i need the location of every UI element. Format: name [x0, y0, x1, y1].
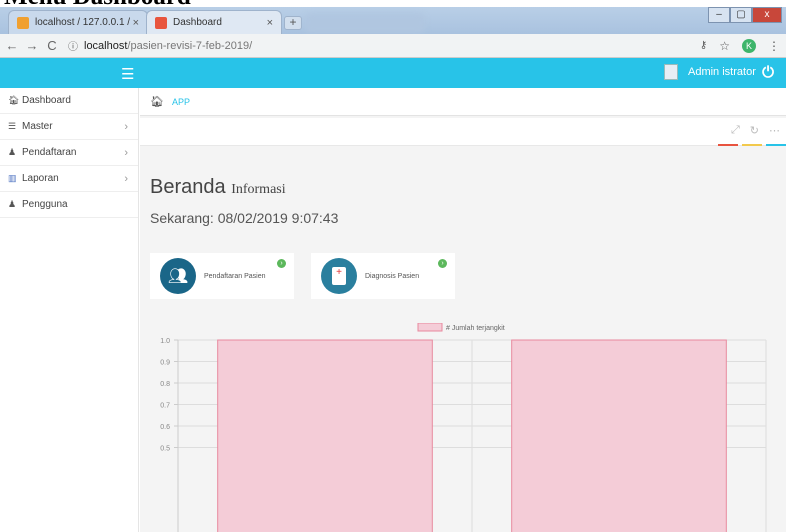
chart-bar[interactable] — [511, 339, 727, 532]
user-avatar — [664, 64, 678, 80]
minimize-button[interactable]: – — [708, 7, 730, 23]
info-box-label: Diagnosis Pasien — [365, 272, 420, 280]
sidebar-item-pengguna[interactable]: ♟ Pengguna — [0, 192, 138, 218]
blurred-tab — [305, 13, 425, 33]
tab-title: localhost / 127.0.0.1 / pasien | ph — [35, 17, 133, 28]
diagnosis-icon: + — [321, 258, 357, 294]
page-subtitle: Informasi — [231, 182, 286, 197]
arrow-circle-icon[interactable]: › — [438, 259, 447, 268]
sidebar-item-label: Master — [22, 121, 53, 132]
page-title: Beranda Informasi — [150, 176, 286, 199]
y-tick-label: 0.6 — [160, 424, 170, 431]
address-bar: ← → C ⓘ localhost/pasien-revisi-7-feb-20… — [0, 34, 786, 58]
tab-close-icon[interactable]: × — [267, 17, 273, 29]
arrow-circle-icon[interactable]: › — [277, 259, 286, 268]
sidebar-item-laporan[interactable]: ▥ Laporan › — [0, 166, 138, 192]
url-host: localhost — [84, 39, 128, 52]
dashboard-favicon-icon — [155, 16, 167, 29]
info-box-diagnosis[interactable]: + Diagnosis Pasien › — [311, 253, 455, 299]
y-tick-label: 0.5 — [160, 446, 170, 453]
clock-text: Sekarang: 08/02/2019 9:07:43 — [150, 210, 339, 226]
info-box-label: Pendaftaran Pasien — [204, 272, 266, 280]
reload-icon[interactable]: C — [44, 38, 60, 53]
browser-tab-phpmyadmin[interactable]: localhost / 127.0.0.1 / pasien | ph × — [8, 10, 148, 34]
breadcrumb: 🏠︎ APP — [140, 88, 786, 116]
home-icon: 🏠︎ — [8, 95, 20, 105]
legend-swatch[interactable] — [417, 323, 443, 332]
back-arrow-icon[interactable]: ← — [4, 38, 20, 53]
user-name: Admin istrator — [688, 66, 756, 78]
app-header: ☰ Admin istrator ⏻ — [0, 58, 786, 88]
sidebar-item-label: Laporan — [22, 173, 59, 184]
tab-title: Dashboard — [173, 17, 222, 28]
sidebar-item-label: Dashboard — [22, 95, 71, 106]
tab-close-icon[interactable]: × — [133, 17, 139, 29]
power-icon[interactable]: ⏻ — [762, 64, 774, 81]
info-icon[interactable]: ⓘ — [68, 38, 78, 53]
refresh-icon[interactable]: ↻ — [750, 124, 759, 137]
color-strip-blue — [766, 144, 786, 146]
profile-avatar[interactable]: K — [742, 38, 756, 53]
page-title-text: Beranda — [150, 176, 226, 198]
star-icon[interactable]: ☆ — [719, 39, 730, 53]
chevron-right-icon: › — [124, 146, 128, 159]
main-content: 🏠︎ APP ⤢ ↻ ⋯ Beranda Informasi Sekarang:… — [140, 88, 786, 532]
legend-label: # Jumlah terjangkit — [446, 325, 505, 332]
sidebar-item-master[interactable]: ☰ Master › — [0, 114, 138, 140]
more-horizontal-icon[interactable]: ⋯ — [769, 124, 780, 137]
bar-chart: # Jumlah terjangkit 1.0 0.9 0.8 0.7 0.6 0.5 — [160, 323, 767, 532]
y-tick-label: 0.7 — [160, 403, 170, 410]
user-icon: ♟ — [8, 147, 17, 157]
registration-icon: 👥︎ — [160, 258, 196, 294]
key-icon[interactable]: ⚷ — [700, 40, 707, 51]
phpmyadmin-icon — [17, 16, 29, 29]
sidebar-item-pendaftaran[interactable]: ♟ Pendaftaran › — [0, 140, 138, 166]
window-controls: – ▢ x — [708, 7, 782, 23]
color-strip-yellow — [742, 144, 762, 146]
chart-bar[interactable] — [217, 339, 433, 532]
document-heading: Menu Dashboard — [0, 0, 191, 9]
new-tab-button[interactable]: + — [284, 16, 302, 30]
y-tick-label: 1.0 — [160, 338, 170, 345]
hamburger-icon[interactable]: ☰ — [121, 65, 134, 83]
more-menu-icon[interactable]: ⋮ — [768, 39, 780, 53]
chart-icon: ▥ — [8, 173, 17, 183]
color-strip-red — [718, 144, 738, 146]
browser-tab-strip: localhost / 127.0.0.1 / pasien | ph × Da… — [0, 7, 786, 34]
user-icon: ♟ — [8, 199, 17, 209]
chevron-right-icon: › — [124, 172, 128, 185]
window-close-button[interactable]: x — [752, 7, 782, 23]
sidebar-item-label: Pendaftaran — [22, 147, 77, 158]
sidebar: 🏠︎ Dashboard ☰ Master › ♟ Pendaftaran › … — [0, 88, 139, 532]
url-field[interactable]: ⓘ localhost/pasien-revisi-7-feb-2019/ — [68, 36, 252, 56]
sidebar-item-label: Pengguna — [22, 199, 68, 210]
info-box-pendaftaran[interactable]: 👥︎ Pendaftaran Pasien › — [150, 253, 294, 299]
chevron-right-icon: › — [124, 120, 128, 133]
y-tick-label: 0.9 — [160, 360, 170, 367]
forward-arrow-icon[interactable]: → — [24, 38, 40, 53]
url-path: /pasien-revisi-7-feb-2019/ — [127, 39, 253, 52]
maximize-button[interactable]: ▢ — [730, 7, 752, 23]
fullscreen-icon[interactable]: ⤢ — [731, 124, 740, 137]
sidebar-item-dashboard[interactable]: 🏠︎ Dashboard — [0, 88, 138, 114]
database-icon: ☰ — [8, 121, 17, 131]
panel-toolbar: ⤢ ↻ ⋯ — [140, 118, 786, 146]
user-menu[interactable]: Admin istrator — [664, 64, 756, 80]
home-icon[interactable]: 🏠︎ — [150, 95, 164, 108]
breadcrumb-item[interactable]: APP — [172, 97, 190, 107]
browser-tab-dashboard[interactable]: Dashboard × — [146, 10, 282, 34]
y-tick-label: 0.8 — [160, 381, 170, 388]
